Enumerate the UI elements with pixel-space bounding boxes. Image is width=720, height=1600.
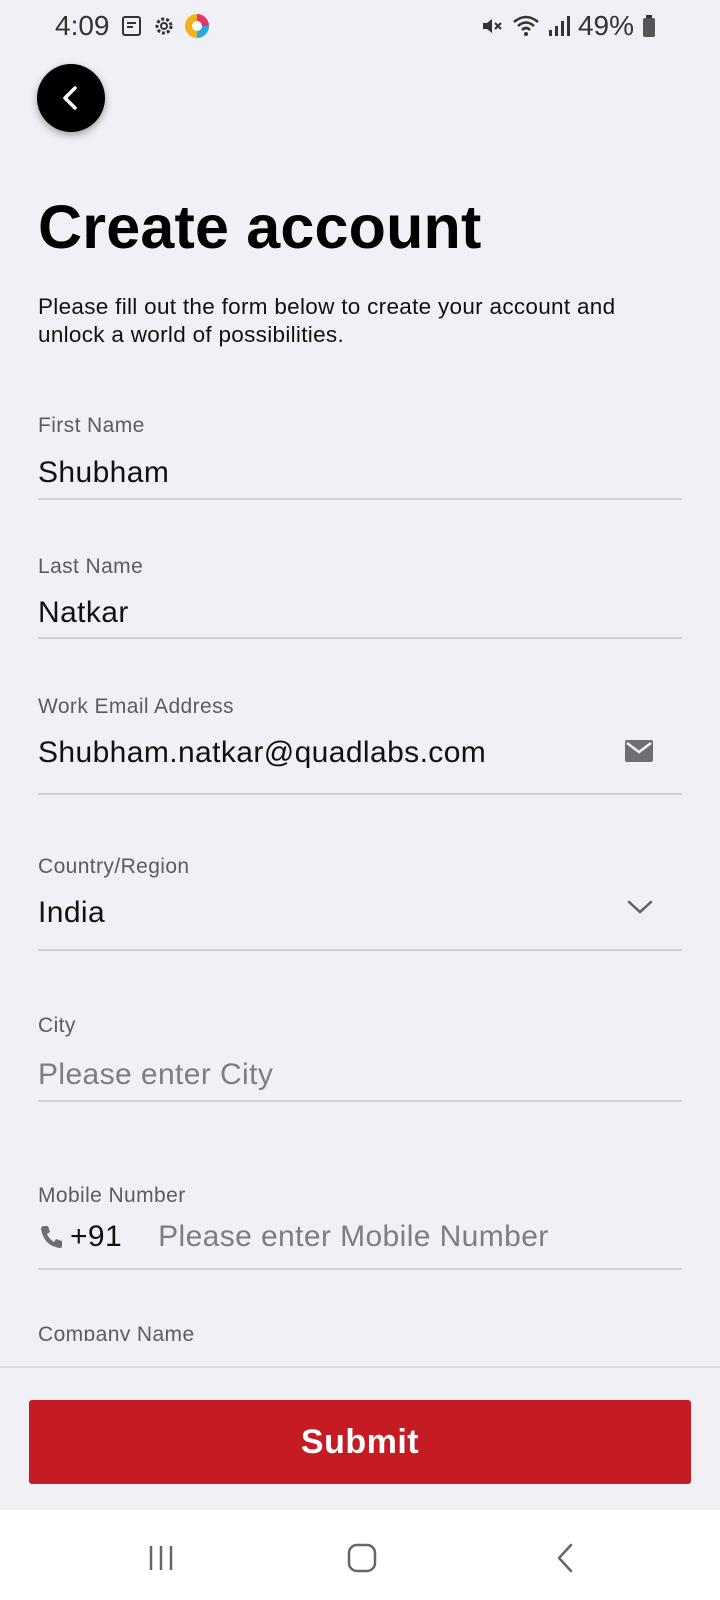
last-name-underline xyxy=(38,637,682,639)
home-button[interactable] xyxy=(342,1540,382,1576)
home-icon xyxy=(347,1543,377,1573)
gear-icon xyxy=(155,17,173,35)
last-name-field[interactable]: Last Name Natkar xyxy=(38,555,682,639)
email-underline xyxy=(38,793,682,795)
country-code-prefix[interactable]: +91 xyxy=(38,1220,122,1254)
email-label: Work Email Address xyxy=(38,695,234,718)
last-name-input[interactable]: Natkar xyxy=(38,596,129,630)
company-field[interactable]: Company Name xyxy=(38,1323,682,1341)
status-right-icons: 49% xyxy=(480,10,656,42)
battery-percent: 49% xyxy=(577,10,634,41)
mute-icon xyxy=(482,19,502,33)
country-label: Country/Region xyxy=(38,855,190,878)
first-name-underline xyxy=(38,498,682,500)
create-account-screen: 4:09 49% Create account Please fill out … xyxy=(0,0,720,1600)
bottom-action-panel: Submit xyxy=(0,1366,720,1510)
email-field[interactable]: Work Email Address Shubham.natkar@quadla… xyxy=(38,695,682,795)
country-value[interactable]: India xyxy=(38,896,105,930)
submit-button[interactable]: Submit xyxy=(29,1400,691,1484)
back-icon xyxy=(557,1543,573,1573)
recent-apps-icon xyxy=(149,1546,173,1570)
nav-back-button[interactable] xyxy=(546,1540,586,1576)
status-left-icons xyxy=(120,13,210,39)
status-bar: 4:09 49% xyxy=(0,0,720,54)
phone-icon xyxy=(41,1226,62,1248)
page-title: Create account xyxy=(38,193,482,261)
city-field[interactable]: City Please enter City xyxy=(38,1014,682,1102)
mobile-label: Mobile Number xyxy=(38,1184,186,1207)
first-name-input[interactable]: Shubham xyxy=(38,456,169,490)
signal-icon xyxy=(548,16,570,36)
back-button[interactable] xyxy=(37,64,105,132)
wifi-icon xyxy=(513,15,539,36)
status-time: 4:09 xyxy=(55,10,110,41)
country-underline xyxy=(38,949,682,951)
country-code: +91 xyxy=(70,1220,123,1253)
notes-icon xyxy=(122,16,141,36)
system-nav-bar xyxy=(0,1510,720,1600)
first-name-field[interactable]: First Name Shubham xyxy=(38,414,682,500)
company-label: Company Name xyxy=(38,1323,195,1341)
first-name-label: First Name xyxy=(38,414,145,437)
mobile-input[interactable]: Please enter Mobile Number xyxy=(158,1220,549,1254)
email-input[interactable]: Shubham.natkar@quadlabs.com xyxy=(38,736,486,770)
mobile-field[interactable]: Mobile Number +91 Please enter Mobile Nu… xyxy=(38,1184,682,1270)
app-icon xyxy=(185,14,209,38)
mail-icon xyxy=(625,740,653,762)
city-underline xyxy=(38,1100,682,1102)
last-name-label: Last Name xyxy=(38,555,144,578)
city-input[interactable]: Please enter City xyxy=(38,1058,273,1092)
chevron-left-icon xyxy=(63,86,77,110)
chevron-down-icon[interactable] xyxy=(626,897,654,917)
recent-apps-button[interactable] xyxy=(141,1540,181,1576)
page-subtitle: Please fill out the form below to create… xyxy=(38,294,616,347)
city-label: City xyxy=(38,1014,76,1037)
battery-icon xyxy=(643,15,655,37)
mobile-underline xyxy=(38,1268,682,1270)
country-select[interactable]: Country/Region India xyxy=(38,855,682,951)
